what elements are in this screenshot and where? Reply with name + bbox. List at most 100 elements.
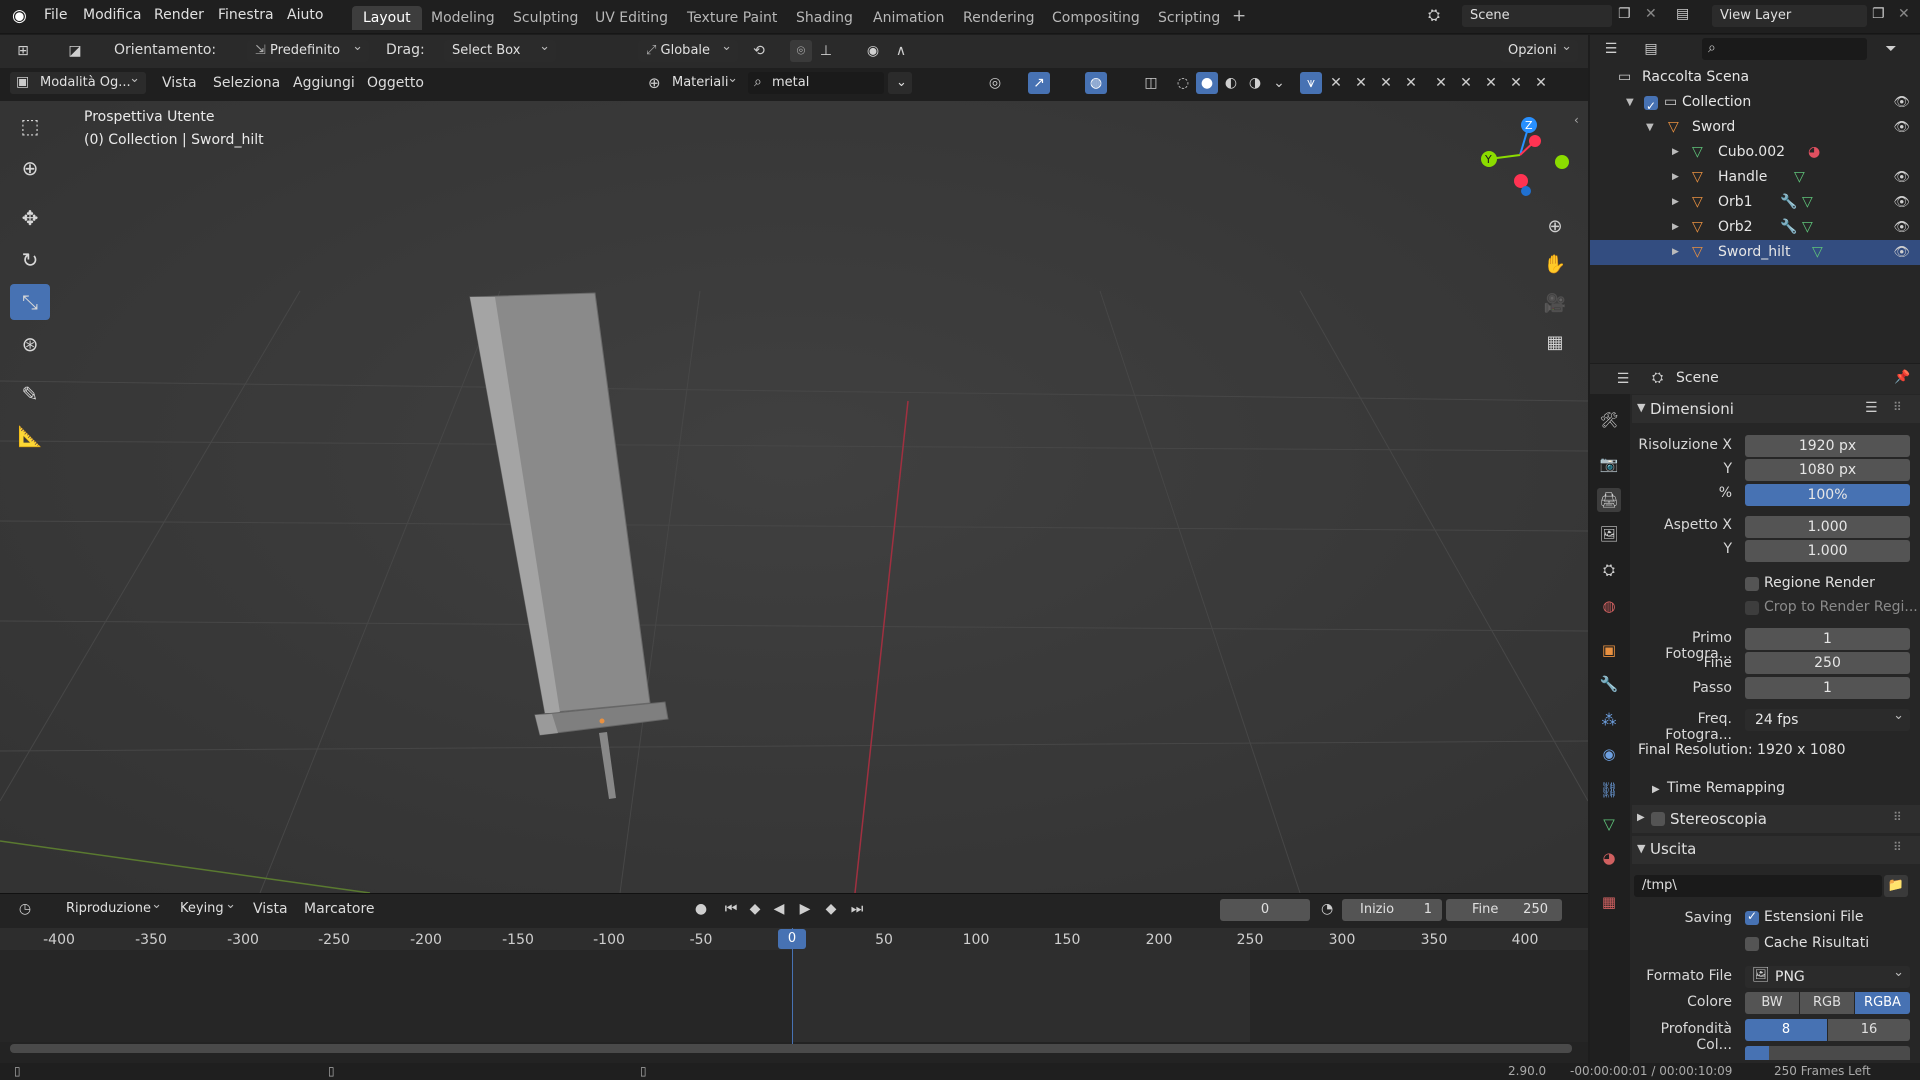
color-bw-button[interactable]: BW bbox=[1745, 992, 1799, 1014]
file-extensions-checkbox[interactable] bbox=[1745, 909, 1759, 925]
view-layer-properties-icon[interactable]: 🖼 bbox=[1597, 522, 1621, 546]
transform-mode-icon[interactable]: ◪ bbox=[64, 40, 86, 62]
frame-rate-dropdown[interactable]: 24 fps bbox=[1745, 705, 1910, 731]
tab-shading[interactable]: Shading bbox=[785, 6, 864, 30]
menu-add[interactable]: Aggiungi bbox=[293, 75, 355, 91]
outliner-row-child[interactable]: ▶ ▽ Orb1 🔧 ▽ 👁 bbox=[1590, 190, 1920, 215]
render-region-checkbox[interactable] bbox=[1745, 577, 1759, 591]
axis-y-filter-icon[interactable]: ✕ bbox=[1350, 72, 1372, 94]
expand-arrow-icon[interactable]: ▶ bbox=[1652, 784, 1660, 795]
select-box-icon[interactable]: ⬚ bbox=[10, 108, 50, 144]
lock-x-icon[interactable]: ✕ bbox=[1480, 72, 1502, 94]
menu-edit[interactable]: Modifica bbox=[83, 7, 142, 23]
ortho-grid-icon[interactable]: ▦ bbox=[1538, 326, 1572, 360]
resolution-percent-field[interactable]: 100% bbox=[1745, 484, 1910, 506]
filter-icon[interactable]: ⏷ bbox=[1880, 38, 1902, 60]
menu-object[interactable]: Oggetto bbox=[367, 75, 424, 91]
outliner-row-scene-collection[interactable]: ▭ Raccolta Scena bbox=[1590, 65, 1920, 90]
expand-arrow-icon[interactable]: ▶ bbox=[1672, 165, 1679, 190]
visibility-icon[interactable]: ◎ bbox=[984, 72, 1006, 94]
solid-shading-icon[interactable]: ● bbox=[1196, 72, 1218, 94]
menu-window[interactable]: Finestra bbox=[218, 7, 274, 23]
rendered-shading-icon[interactable]: ◑ bbox=[1244, 72, 1266, 94]
tab-uv-editing[interactable]: UV Editing bbox=[584, 6, 679, 30]
playhead-indicator[interactable]: 0 bbox=[778, 929, 806, 949]
wireframe-shading-icon[interactable]: ◌ bbox=[1172, 72, 1194, 94]
mesh-data-icon[interactable]: ▽ bbox=[1794, 165, 1805, 190]
drag-handle-icon[interactable]: ⠿ bbox=[1893, 400, 1902, 414]
keying-menu[interactable]: Keying bbox=[172, 894, 242, 920]
physics-properties-icon[interactable]: ◉ bbox=[1597, 742, 1621, 766]
cursor-icon[interactable]: ⊕ bbox=[10, 150, 50, 186]
collection-checkbox[interactable] bbox=[1644, 94, 1658, 119]
scale-icon[interactable]: ⤡ bbox=[10, 284, 50, 320]
overlay-icon[interactable]: ◍ bbox=[1085, 72, 1107, 94]
snap-icon[interactable]: ⌾ bbox=[790, 40, 812, 62]
axis-x-filter-icon[interactable]: ✕ bbox=[1325, 72, 1347, 94]
material-filter-dropdown[interactable]: Materiali bbox=[668, 68, 744, 94]
tab-sculpting[interactable]: Sculpting bbox=[502, 6, 589, 30]
delete-scene-icon[interactable]: ✕ bbox=[1645, 6, 1657, 22]
delete-view-layer-icon[interactable]: ✕ bbox=[1898, 6, 1910, 22]
mesh-data-icon[interactable]: ▽ bbox=[1802, 190, 1813, 215]
depth-8-button[interactable]: 8 bbox=[1745, 1019, 1827, 1041]
drag-dropdown[interactable]: Select Box bbox=[444, 36, 556, 62]
properties-editor-type-icon[interactable]: ☰ bbox=[1612, 368, 1634, 390]
transform-orientation-dropdown[interactable]: ⤢ Globale bbox=[638, 36, 738, 62]
material-icon[interactable]: ◕ bbox=[1808, 140, 1820, 165]
expand-arrow-icon[interactable]: ▼ bbox=[1626, 90, 1634, 115]
dimensions-section-title[interactable]: Dimensioni bbox=[1650, 400, 1734, 418]
outliner-editor-type-icon[interactable]: ☰ bbox=[1600, 38, 1622, 60]
annotate-icon[interactable]: ✎ bbox=[10, 376, 50, 412]
falloff-icon[interactable]: ∧ bbox=[890, 40, 912, 62]
modifier-wrench-icon[interactable]: 🔧 bbox=[1780, 190, 1797, 215]
frame-end-field[interactable]: 250 bbox=[1745, 652, 1910, 674]
expand-arrow-icon[interactable]: ▶ bbox=[1672, 215, 1679, 240]
world-properties-icon[interactable]: ◍ bbox=[1597, 594, 1621, 618]
transform-icon[interactable]: ⊛ bbox=[10, 326, 50, 362]
lock-z-icon[interactable]: ✕ bbox=[1530, 72, 1552, 94]
compression-field-partial[interactable] bbox=[1745, 1046, 1910, 1060]
material-options-icon[interactable]: ⌄ bbox=[888, 72, 912, 94]
pivot-point-icon[interactable]: ⟲ bbox=[748, 40, 770, 62]
color-rgba-button[interactable]: RGBA bbox=[1855, 992, 1910, 1014]
scene-name-field[interactable]: Scene bbox=[1462, 5, 1612, 27]
outliner-row-child[interactable]: ▶ ▽ Cubo.002 ◕ bbox=[1590, 140, 1920, 165]
output-path-input[interactable]: /tmp\ bbox=[1634, 875, 1882, 897]
object-properties-icon[interactable]: ▣ bbox=[1597, 638, 1621, 662]
pin-icon[interactable]: 📌 bbox=[1894, 370, 1910, 385]
timeline-track-area[interactable] bbox=[0, 950, 1588, 1042]
eye-icon[interactable]: 👁 bbox=[1893, 165, 1910, 190]
axis-z-filter-icon[interactable]: ✕ bbox=[1375, 72, 1397, 94]
aspect-x-field[interactable]: 1.000 bbox=[1745, 516, 1910, 538]
tab-layout[interactable]: Layout bbox=[352, 6, 422, 30]
modifier-wrench-icon[interactable]: 🔧 bbox=[1780, 215, 1797, 240]
tab-compositing[interactable]: Compositing bbox=[1041, 6, 1151, 30]
presets-list-icon[interactable]: ☰ bbox=[1865, 400, 1878, 416]
cache-result-checkbox[interactable] bbox=[1745, 937, 1759, 951]
camera-view-icon[interactable]: 🎥 bbox=[1538, 287, 1572, 321]
expand-arrow-icon[interactable]: ▼ bbox=[1637, 842, 1645, 855]
proportional-edit-icon[interactable]: ◉ bbox=[862, 40, 884, 62]
material-search-input[interactable]: metal bbox=[748, 72, 884, 94]
drag-handle-icon[interactable]: ⠿ bbox=[1893, 810, 1902, 824]
zoom-icon[interactable]: ⊕ bbox=[1538, 210, 1572, 244]
tool-settings-icon[interactable]: 🛠 bbox=[1597, 408, 1621, 432]
orientation-dropdown[interactable]: ⇲ Predefinito bbox=[247, 36, 369, 62]
options-dropdown[interactable]: Opzioni bbox=[1500, 36, 1578, 62]
new-view-layer-icon[interactable]: ❐ bbox=[1872, 6, 1885, 22]
outliner-row-child[interactable]: ▶ ▽ Handle ▽ 👁 bbox=[1590, 165, 1920, 190]
3d-viewport[interactable]: Prospettiva Utente (0) Collection | Swor… bbox=[0, 101, 1588, 893]
scene-properties-icon[interactable]: ⛭ bbox=[1597, 558, 1621, 582]
stereoscopy-checkbox[interactable] bbox=[1651, 812, 1665, 826]
editor-type-icon[interactable]: ⊞ bbox=[12, 40, 34, 62]
view-layer-icon[interactable]: ▤ bbox=[1676, 6, 1689, 22]
tab-rendering[interactable]: Rendering bbox=[952, 6, 1046, 30]
texture-properties-icon[interactable]: ▦ bbox=[1597, 890, 1621, 914]
jump-start-icon[interactable]: ⏮ bbox=[720, 898, 742, 920]
eye-icon[interactable]: 👁 bbox=[1893, 115, 1910, 140]
expand-arrow-icon[interactable]: ▶ bbox=[1672, 190, 1679, 215]
navigation-gizmo[interactable]: Z Y bbox=[1465, 115, 1575, 215]
menu-render[interactable]: Render bbox=[154, 7, 204, 23]
current-frame-field[interactable]: 0 bbox=[1220, 899, 1310, 921]
